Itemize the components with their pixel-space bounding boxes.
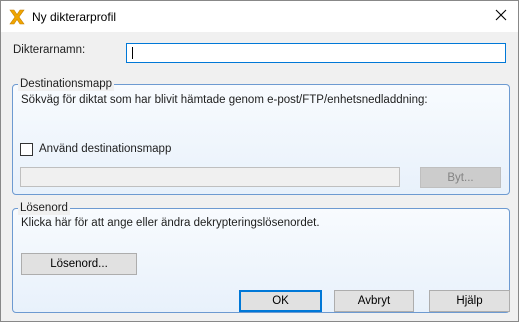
close-icon (495, 9, 507, 24)
close-button[interactable] (490, 5, 512, 27)
ok-button[interactable]: OK (239, 290, 322, 312)
change-folder-button[interactable]: Byt... (420, 167, 501, 188)
title-bar[interactable]: Ny dikterarprofil (1, 1, 518, 31)
use-destination-checkbox-label[interactable]: Använd destinationsmapp (39, 143, 171, 155)
window-title: Ny dikterarprofil (32, 10, 117, 24)
dialog-body: Dikterarnamn: Destinationsmapp Sökväg fö… (1, 32, 518, 321)
destination-folder-group-title: Destinationsmapp (18, 77, 115, 91)
password-description[interactable]: Klicka här för att ange eller ändra dekr… (21, 217, 320, 229)
use-destination-checkbox[interactable] (20, 143, 33, 156)
author-name-label: Dikterarnamn: (13, 44, 86, 56)
dialog-window: Ny dikterarprofil Dikterarnamn: Destinat… (0, 0, 519, 322)
help-button[interactable]: Hjälp (429, 290, 510, 312)
text-caret (132, 47, 133, 59)
destination-folder-group: Destinationsmapp Sökväg för diktat som h… (12, 77, 510, 195)
destination-description: Sökväg för diktat som har blivit hämtade… (21, 94, 428, 106)
password-button[interactable]: Lösenord... (21, 253, 137, 275)
password-group-title: Lösenord (18, 201, 70, 215)
author-name-input[interactable] (126, 43, 506, 63)
cancel-button[interactable]: Avbryt (334, 290, 414, 312)
destination-path-field (20, 167, 400, 187)
app-logo-icon (9, 9, 25, 25)
